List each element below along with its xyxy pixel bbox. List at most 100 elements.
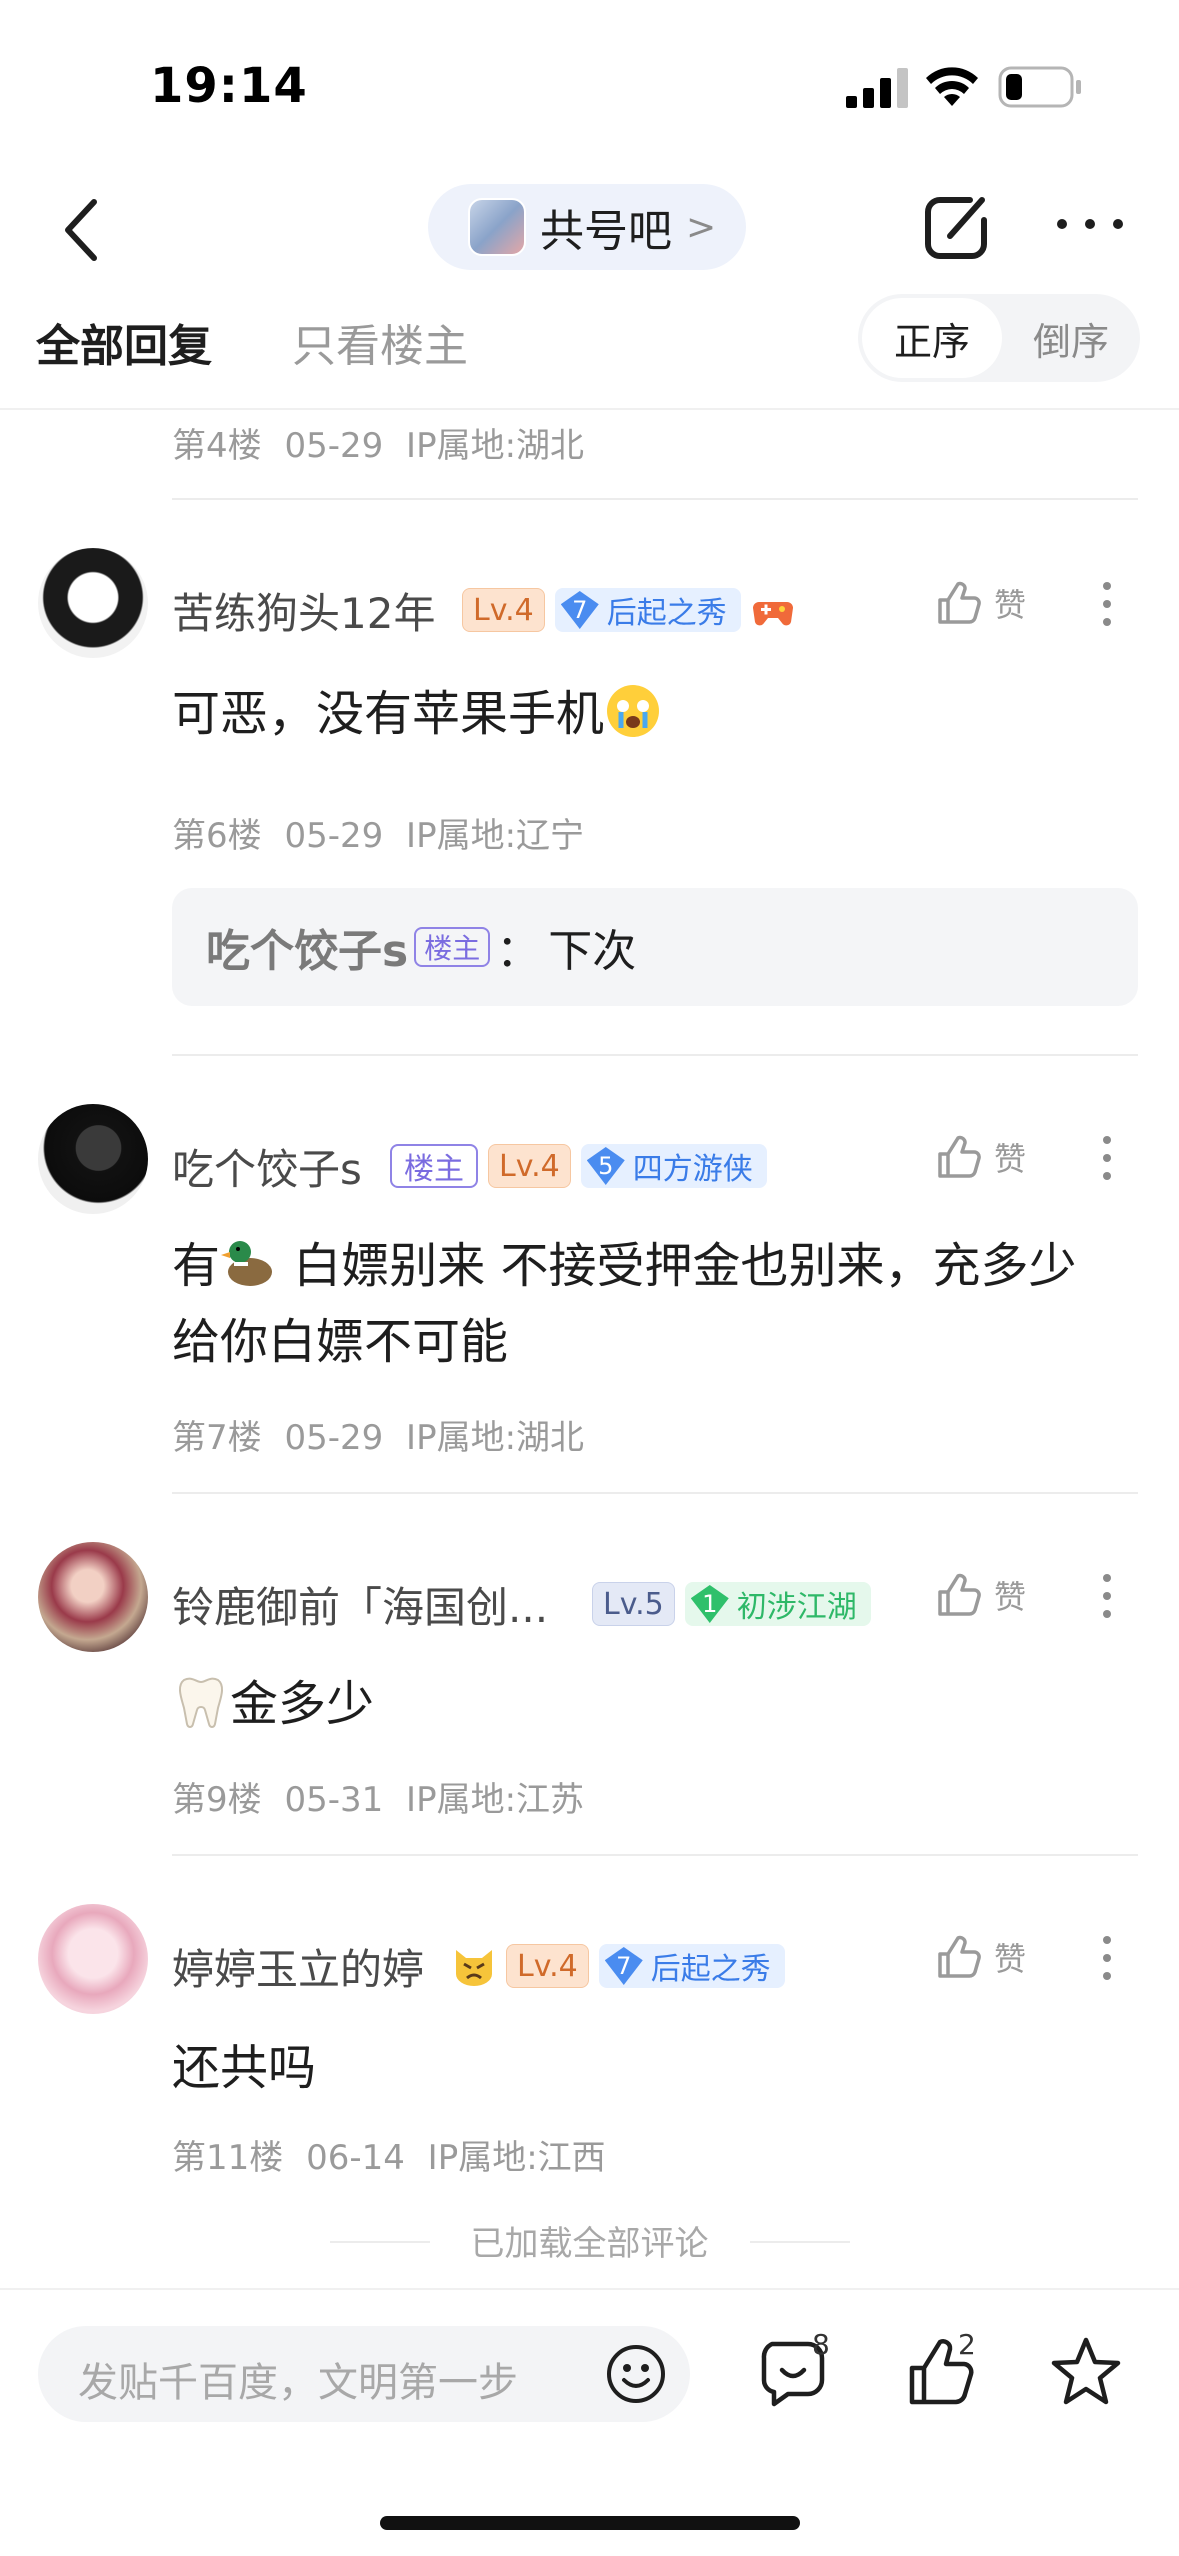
title-badge-label: 初涉江湖 [736,1590,857,1625]
comment-input[interactable]: 发贴千百度，文明第一步 [38,2326,690,2422]
post-text-rest: 白嫖别来 不接受押金也别来，充多少给你白嫖不可能 [172,1238,1077,1370]
reply-username[interactable]: 吃个饺子s [206,915,408,979]
post-meta: 第4楼 05-29 IP属地:湖北 [172,426,585,466]
divider [172,498,1138,500]
emoji-picker-icon[interactable] [604,2342,668,2406]
reply-filter-bar: 全部回复 只看楼主 正序 倒序 [0,290,1179,410]
all-loaded-text: 已加载全部评论 [470,2224,709,2264]
post-menu-icon[interactable] [1100,1572,1114,1620]
avatar[interactable] [38,1542,148,1652]
sub-reply[interactable]: 吃个饺子s 楼主 ： 下次 [172,888,1138,1006]
post-content: 有 白嫖别来 不接受押金也别来，充多少给你白嫖不可能 [172,1228,1122,1380]
bottom-action-bar: 发贴千百度，文明第一步 8 2 [0,2288,1179,2556]
forum-name: 共号吧 [540,206,672,257]
sort-descending-button[interactable]: 倒序 [1006,298,1136,378]
gem-icon: 7 [604,1947,643,1985]
like-label: 赞 [994,1578,1027,1616]
post-text-start: 有 [172,1238,221,1294]
like-button[interactable]: 赞 [934,1932,1026,1982]
wifi-icon [926,67,978,106]
post-content: 还共吗 [172,2030,1122,2106]
like-button[interactable]: 赞 [934,1132,1026,1182]
thumbs-up-icon [938,1573,981,1616]
badge-row: Lv.4 7 后起之秀 [452,1944,785,1988]
comment-count: 8 [812,2328,830,2361]
home-indicator [380,2516,800,2530]
op-badge: 楼主 [414,927,491,967]
post-meta: 第6楼 05-29 IP属地:辽宁 [172,816,585,856]
post-content: 金多少 [172,1666,1122,1742]
like-button[interactable]: 赞 [934,578,1026,628]
badge-row: Lv.5 1 初涉江湖 [592,1582,871,1626]
post-meta: 第7楼 05-29 IP属地:湖北 [172,1418,585,1458]
angry-cat-icon [456,1950,492,1986]
avatar[interactable] [38,548,148,658]
back-arrow-icon[interactable] [56,194,108,266]
post-menu-icon[interactable] [1100,580,1114,628]
like-label: 赞 [994,1140,1027,1178]
title-badge: 5 四方游侠 [580,1144,767,1188]
forum-link[interactable]: 共号吧 > [428,184,747,270]
username[interactable]: 婷婷玉立的婷 [172,1936,424,1997]
post-meta: 第9楼 05-31 IP属地:江苏 [172,1780,585,1820]
gem-icon: 5 [586,1147,625,1185]
sort-ascending-button[interactable]: 正序 [862,298,1002,378]
level-badge: Lv.4 [462,588,545,632]
like-label: 赞 [994,586,1027,624]
battery-icon [998,66,1081,108]
post-text: 还共吗 [172,2040,317,2096]
thumbs-up-icon [938,581,981,624]
more-options-icon[interactable] [1054,214,1126,234]
level-badge: Lv.4 [506,1944,589,1988]
tooth-icon [178,1677,224,1728]
op-badge: 楼主 [390,1144,478,1188]
chevron-right-icon: > [686,206,717,248]
username[interactable]: 铃鹿御前「海国创... [172,1574,548,1635]
status-time: 19:14 [150,58,308,114]
duck-icon [221,1241,273,1286]
badge-row: Lv.4 7 后起之秀 [462,588,795,632]
divider [172,1054,1138,1056]
share-icon[interactable] [920,190,992,262]
divider [172,1854,1138,1856]
reply-colon: ： [496,926,541,977]
nav-bar: 共号吧 > [0,170,1179,290]
gem-icon: 1 [690,1585,729,1623]
status-bar: 19:14 [0,0,1179,170]
cellular-signal-icon [846,68,908,108]
star-icon[interactable] [1048,2334,1124,2410]
level-badge: Lv.5 [592,1582,675,1626]
gamepad-icon [752,602,793,626]
post-menu-icon[interactable] [1100,1134,1114,1182]
gem-icon: 7 [560,591,599,629]
title-badge: 7 后起之秀 [598,1944,785,1988]
post-content: 可恶，没有苹果手机 [172,676,1122,752]
tab-all-replies[interactable]: 全部回复 [36,310,212,374]
title-badge: 1 初涉江湖 [684,1582,871,1626]
post-meta: 第11楼 06-14 IP属地:江西 [172,2138,606,2178]
thumbs-up-icon [938,1135,981,1178]
crying-face-icon [607,685,660,737]
thumbs-up-icon [938,1935,981,1978]
avatar[interactable] [38,1904,148,2014]
like-label: 赞 [994,1940,1027,1978]
title-badge: 7 后起之秀 [554,588,741,632]
post-text: 可恶，没有苹果手机 [172,686,605,742]
post-text: 金多少 [230,1676,375,1732]
divider [750,2241,850,2243]
post-menu-icon[interactable] [1100,1934,1114,1982]
like-button[interactable]: 赞 [934,1570,1026,1620]
username[interactable]: 苦练狗头12年 [172,580,435,641]
badge-row: 楼主 Lv.4 5 四方游侠 [390,1144,767,1188]
avatar[interactable] [38,1104,148,1214]
like-count: 2 [958,2328,976,2361]
reply-text: 下次 [548,926,637,977]
level-badge: Lv.4 [488,1144,571,1188]
forum-avatar [468,198,526,256]
username[interactable]: 吃个饺子s [172,1136,362,1197]
tab-op-only[interactable]: 只看楼主 [292,310,468,374]
title-badge-label: 后起之秀 [650,1952,771,1987]
comment-placeholder: 发贴千百度，文明第一步 [78,2360,518,2406]
divider [172,1492,1138,1494]
title-badge-label: 四方游侠 [632,1152,753,1187]
